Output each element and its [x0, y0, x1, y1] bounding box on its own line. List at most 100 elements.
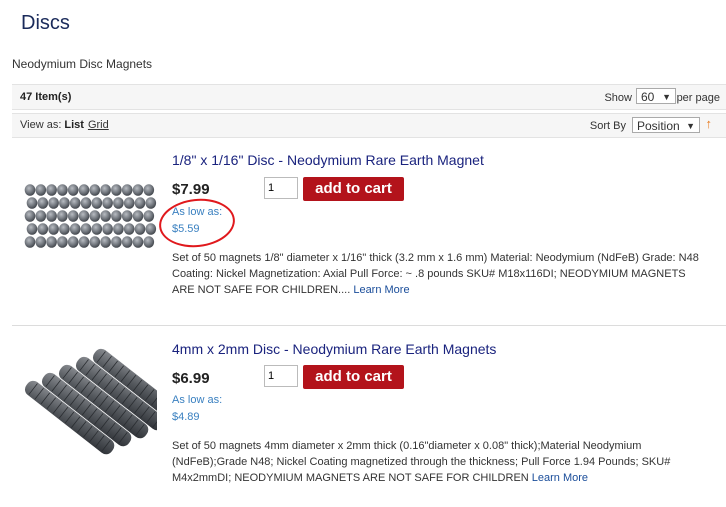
disc-magnet-shape [100, 210, 111, 222]
product-price: $6.99 [172, 370, 210, 387]
disc-magnet-shape [48, 197, 59, 209]
per-page-select[interactable]: 60 ▼ [636, 88, 676, 104]
disc-magnet-shape [111, 210, 122, 222]
disc-magnet-shape [35, 184, 47, 196]
as-low-as: As low as: $4.89 [172, 392, 222, 426]
disc-magnet-shape [67, 210, 79, 222]
product-image[interactable] [22, 150, 157, 285]
disc-magnet-shape [89, 236, 101, 248]
quantity-input[interactable] [264, 177, 298, 199]
quantity-input[interactable] [264, 365, 298, 387]
product-name-link[interactable]: 4mm x 2mm Disc - Neodymium Rare Earth Ma… [172, 341, 496, 357]
disc-magnet-shape [26, 197, 38, 209]
product-image[interactable] [22, 338, 183, 473]
annotation-circle [156, 195, 238, 251]
disc-magnet-shape [132, 184, 144, 196]
view-list-active: List [64, 119, 84, 131]
disc-magnet-shape [35, 236, 47, 248]
per-page-label: per page [676, 92, 720, 104]
add-to-cart-button[interactable]: add to cart [303, 365, 404, 389]
description-text: Set of 50 magnets 4mm diameter x 2mm thi… [172, 440, 671, 484]
dropdown-arrow-icon: ▼ [662, 92, 671, 102]
page-title: Discs [21, 12, 70, 34]
disc-magnet-shape [143, 210, 155, 222]
disc-magnet-shape [46, 210, 57, 222]
as-low-as-label: As low as: [172, 394, 223, 406]
disc-magnet-shape [37, 223, 49, 235]
disc-magnet-shape [67, 236, 79, 248]
learn-more-link[interactable]: Learn More [532, 472, 588, 484]
disc-magnet-shape [57, 184, 68, 196]
view-as-label: View as: [20, 119, 62, 131]
disc-magnet-shape [91, 223, 103, 235]
disc-magnet-shape [59, 223, 70, 235]
disc-magnet-shape [78, 236, 90, 248]
product-price: $7.99 [172, 181, 210, 198]
view-grid-link[interactable]: Grid [88, 119, 109, 131]
disc-magnet-shape [134, 223, 146, 235]
description-text: Set of 50 magnets 1/8" diameter x 1/16" … [172, 252, 699, 296]
disc-magnet-shape [134, 197, 146, 209]
toolbar-top: 47 Item(s) Show 60 ▼ per page [12, 84, 726, 110]
view-as: View as: List Grid [20, 119, 109, 131]
disc-magnet-shape [123, 223, 135, 235]
disc-magnet-shape [145, 197, 157, 209]
product-divider [12, 325, 726, 326]
disc-magnet-shape [121, 210, 133, 222]
disc-magnet-shape [78, 210, 90, 222]
disc-magnet-shape [78, 184, 90, 196]
disc-magnets-grid-image [24, 184, 157, 248]
disc-magnet-shape [57, 210, 68, 222]
item-count: 47 Item(s) [20, 91, 72, 103]
disc-magnet-shape [111, 236, 122, 248]
disc-magnet-shape [46, 184, 57, 196]
disc-magnet-shape [59, 197, 70, 209]
disc-magnet-shape [69, 223, 81, 235]
disc-magnet-shape [24, 236, 36, 248]
disc-magnet-shape [89, 184, 101, 196]
disc-magnet-shape [80, 197, 92, 209]
disc-magnet-shape [143, 236, 155, 248]
disc-magnet-shape [89, 210, 101, 222]
disc-magnet-shape [24, 184, 36, 196]
disc-magnet-shape [46, 236, 57, 248]
product-description: Set of 50 magnets 4mm diameter x 2mm thi… [172, 438, 702, 486]
product-description: Set of 50 magnets 1/8" diameter x 1/16" … [172, 250, 702, 298]
disc-magnet-shape [48, 223, 59, 235]
disc-magnet-shape [80, 223, 92, 235]
disc-magnet-shape [100, 184, 111, 196]
disc-magnet-shape [24, 210, 36, 222]
disc-magnet-shape [132, 236, 144, 248]
as-low-as-price: $4.89 [172, 411, 200, 423]
disc-magnet-shape [100, 236, 111, 248]
disc-magnet-shape [69, 197, 81, 209]
learn-more-link[interactable]: Learn More [353, 284, 409, 296]
dropdown-arrow-icon: ▼ [686, 121, 695, 131]
sort-select[interactable]: Position ▼ [632, 117, 700, 133]
disc-magnet-shape [132, 210, 144, 222]
sort-by-label: Sort By [589, 120, 626, 132]
disc-magnet-shape [123, 197, 135, 209]
disc-magnet-shape [111, 184, 122, 196]
disc-magnet-shape [26, 223, 38, 235]
disc-magnet-shape [57, 236, 68, 248]
disc-magnet-shape [91, 197, 103, 209]
add-to-cart-button[interactable]: add to cart [303, 177, 404, 201]
disc-magnet-shape [121, 184, 133, 196]
disc-magnet-shape [145, 223, 157, 235]
sort-value: Position [637, 119, 680, 133]
disc-magnet-shape [113, 223, 124, 235]
disc-magnet-shape [37, 197, 49, 209]
toolbar-view: View as: List Grid Sort By Position ▼ ↑ [12, 113, 726, 138]
disc-magnet-shape [67, 184, 79, 196]
disc-magnet-shape [143, 184, 155, 196]
category-subtitle: Neodymium Disc Magnets [12, 57, 153, 71]
disc-magnet-shape [102, 223, 113, 235]
disc-magnet-stacks-image [24, 348, 183, 455]
disc-magnet-shape [121, 236, 133, 248]
product-name-link[interactable]: 1/8" x 1/16" Disc - Neodymium Rare Earth… [172, 152, 484, 168]
per-page-value: 60 [641, 90, 655, 104]
disc-magnet-shape [102, 197, 113, 209]
disc-magnet-shape [35, 210, 47, 222]
sort-direction-arrow-icon[interactable]: ↑ [706, 116, 713, 131]
